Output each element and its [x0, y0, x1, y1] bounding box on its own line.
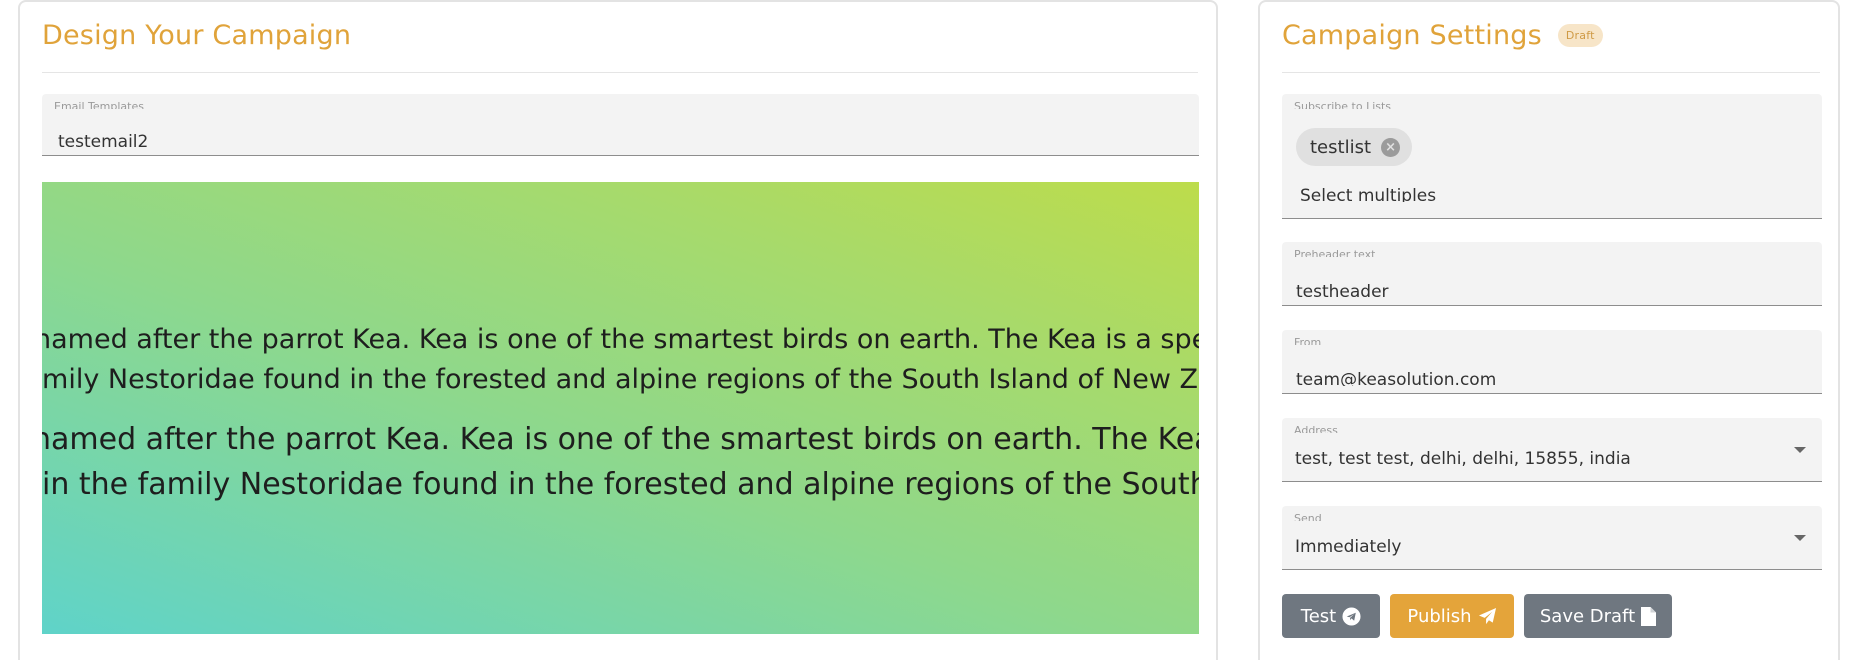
- caret-down-icon[interactable]: [1794, 535, 1806, 541]
- from-value: team@keasolution.com: [1296, 370, 1497, 386]
- address-value: test, test test, delhi, delhi, 15855, in…: [1295, 449, 1631, 469]
- campaign-settings-card: Campaign Settings Draft Subscribe to Lis…: [1258, 0, 1840, 660]
- email-template-value: testemail2: [58, 132, 149, 148]
- caret-down-icon[interactable]: [1794, 447, 1806, 453]
- preview-text-line: named after the parrot Kea. Kea is one o…: [42, 422, 1199, 457]
- send-value: Immediately: [1295, 537, 1402, 557]
- preheader-value: testheader: [1296, 282, 1389, 298]
- send-select[interactable]: Send Immediately: [1282, 506, 1822, 570]
- list-chip: testlist ×: [1296, 128, 1413, 166]
- test-button[interactable]: Test: [1282, 594, 1380, 638]
- preheader-field[interactable]: Preheader text testheader: [1282, 242, 1822, 306]
- telegram-icon: [1342, 606, 1361, 626]
- preview-text-line: named after the parrot Kea. Kea is one o…: [42, 324, 1199, 355]
- save-draft-button-label: Save Draft: [1539, 605, 1636, 627]
- paper-plane-icon: [1478, 607, 1496, 624]
- publish-button-label: Publish: [1407, 605, 1472, 627]
- address-label: Address: [1294, 424, 1338, 433]
- campaign-settings-title-text: Campaign Settings: [1282, 20, 1542, 51]
- email-template-field[interactable]: Email Templates testemail2: [42, 94, 1199, 156]
- subscribe-lists-label: Subscribe to Lists: [1294, 100, 1392, 109]
- preview-text-line: family Nestoridae found in the forested …: [42, 364, 1199, 395]
- test-button-label: Test: [1300, 605, 1337, 627]
- close-circle-icon[interactable]: ×: [1381, 137, 1401, 157]
- subscribe-lists-field[interactable]: Subscribe to Lists testlist × Select mul…: [1282, 94, 1822, 219]
- save-draft-button[interactable]: Save Draft: [1524, 594, 1672, 638]
- preheader-label: Preheader text: [1294, 248, 1376, 257]
- address-select[interactable]: Address test, test test, delhi, delhi, 1…: [1282, 418, 1822, 482]
- campaign-settings-title: Campaign Settings Draft: [1282, 20, 1603, 51]
- publish-button[interactable]: Publish: [1390, 594, 1514, 638]
- file-icon: [1641, 606, 1657, 626]
- design-campaign-title: Design Your Campaign: [42, 20, 351, 51]
- preview-text-line: in the family Nestoridae found in the fo…: [42, 467, 1199, 502]
- design-campaign-card: Design Your Campaign Email Templates tes…: [18, 0, 1218, 660]
- send-label: Send: [1294, 512, 1322, 521]
- from-field[interactable]: From team@keasolution.com: [1282, 330, 1822, 394]
- lists-placeholder[interactable]: Select multiples: [1300, 184, 1436, 202]
- list-chip-label: testlist: [1310, 136, 1372, 158]
- status-badge: Draft: [1557, 24, 1603, 47]
- email-preview: named after the parrot Kea. Kea is one o…: [42, 182, 1199, 634]
- title-divider: [1282, 72, 1820, 73]
- title-divider: [42, 72, 1198, 73]
- design-campaign-title-text: Design Your Campaign: [42, 20, 352, 51]
- email-template-label: Email Templates: [54, 100, 144, 109]
- from-label: From: [1294, 336, 1322, 345]
